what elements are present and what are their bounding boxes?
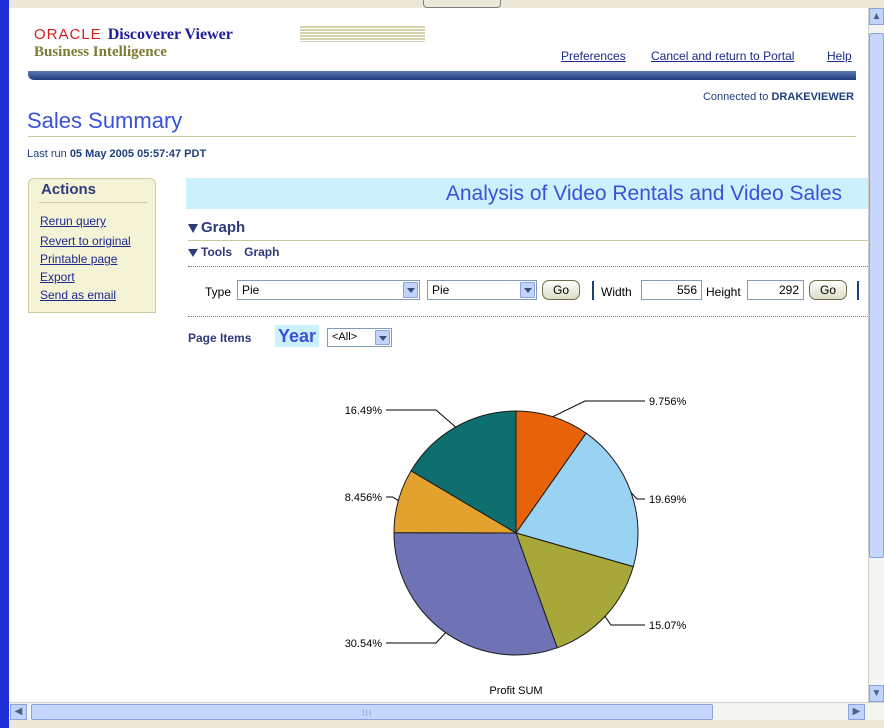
worksheet-title-bar: Analysis of Video Rentals and Video Sale… (186, 178, 868, 209)
help-link[interactable]: Help (827, 49, 852, 63)
dropdown-arrow-icon (520, 282, 535, 298)
dropdown-arrow-icon (375, 330, 390, 345)
scroll-left-arrow-icon[interactable]: ◀ (10, 704, 27, 720)
export-link[interactable]: Export (40, 270, 75, 284)
page-items-label: Page Items (188, 331, 252, 345)
cancel-return-portal-link[interactable]: Cancel and return to Portal (651, 49, 794, 63)
width-input[interactable]: 556 (641, 280, 702, 300)
pie-leader-line (386, 632, 446, 644)
vertical-scrollbar[interactable]: ▲ ▼ (868, 8, 884, 702)
type-go-button[interactable]: Go (542, 280, 580, 300)
title-divider (28, 136, 856, 137)
horizontal-scroll-thumb[interactable]: III (31, 704, 713, 720)
actions-panel: Actions Rerun query Revert to original P… (28, 178, 156, 313)
last-run-info: Last run 05 May 2005 05:57:47 PDT (27, 148, 207, 160)
graph-section-toggle[interactable]: Graph (188, 219, 245, 236)
page-title: Sales Summary (27, 108, 183, 133)
window-top-edge (0, 0, 884, 8)
last-run-timestamp: 05 May 2005 05:57:47 PDT (69, 148, 207, 160)
scroll-right-arrow-icon[interactable]: ▶ (848, 704, 865, 720)
toolbar-separator (592, 281, 594, 300)
pie-slice-label: 19.69% (649, 494, 687, 506)
revert-to-original-link[interactable]: Revert to original (40, 234, 131, 248)
printable-page-link[interactable]: Printable page (40, 252, 117, 266)
tools-graph-label: Graph (244, 245, 280, 259)
pie-leader-line (604, 616, 645, 626)
collapse-triangle-icon (188, 223, 198, 233)
window-left-edge (0, 0, 9, 728)
pie-slice-label: 8.456% (345, 492, 383, 504)
toolbar-separator (857, 281, 859, 300)
product-subtitle: Business Intelligence (34, 44, 167, 60)
actions-divider (39, 202, 147, 203)
toolbar-top-divider (188, 266, 868, 267)
brand-logo: ORACLE Discoverer Viewer (34, 26, 233, 44)
chart-title: Profit SUM (489, 685, 542, 697)
pie-slice-label: 30.54% (345, 638, 383, 650)
profit-pie-chart: 9.756% 19.69% 15.07% 30.54% 8.456% 16.49% Prof… (345, 396, 687, 697)
connected-user: DRAKEVIEWER (771, 91, 854, 103)
size-go-button[interactable]: Go (809, 280, 847, 300)
year-select[interactable]: <All> (327, 328, 392, 347)
graph-subtype-select[interactable]: Pie (427, 280, 537, 300)
height-input[interactable]: 292 (747, 280, 804, 300)
vertical-scroll-thumb[interactable] (869, 33, 884, 558)
header-bar (28, 71, 856, 80)
scroll-up-arrow-icon[interactable]: ▲ (869, 8, 884, 25)
pie-slice-label: 9.756% (649, 396, 687, 408)
send-as-email-link[interactable]: Send as email (40, 288, 116, 302)
header-stripes-decoration (300, 26, 425, 42)
preferences-link[interactable]: Preferences (561, 49, 626, 63)
tools-label: Tools (201, 245, 233, 259)
pie-leader-line (386, 496, 399, 502)
oracle-logo: ORACLE (34, 26, 102, 43)
tools-section-toggle[interactable]: Tools Graph (188, 245, 279, 259)
pie-leader-line (386, 409, 456, 428)
pie-slice-label: 16.49% (345, 405, 383, 417)
page-item-year-label: Year (275, 325, 320, 347)
status-bar (9, 720, 884, 728)
dropdown-arrow-icon (403, 282, 418, 298)
graph-heading: Graph (201, 219, 246, 236)
graph-divider (188, 240, 868, 241)
actions-heading: Actions (41, 181, 97, 198)
pie-leader-line (552, 400, 645, 418)
product-name: Discoverer Viewer (107, 26, 233, 43)
connection-status: Connected to DRAKEVIEWER (702, 91, 854, 103)
scroll-grip-icon: III (362, 708, 373, 718)
horizontal-scrollbar[interactable]: ◀ III ▶ (9, 702, 884, 720)
scroll-down-arrow-icon[interactable]: ▼ (869, 685, 884, 702)
graph-type-select[interactable]: Pie (237, 280, 420, 300)
window-tab-handle[interactable] (423, 0, 501, 8)
toolbar-bottom-divider (188, 316, 868, 317)
type-label: Type (205, 285, 232, 299)
collapse-triangle-icon (188, 248, 198, 257)
rerun-query-link[interactable]: Rerun query (40, 214, 106, 228)
worksheet-title: Analysis of Video Rentals and Video Sale… (445, 182, 842, 205)
height-label: Height (706, 285, 741, 299)
pie-slice-label: 15.07% (649, 620, 687, 632)
width-label: Width (601, 285, 632, 299)
